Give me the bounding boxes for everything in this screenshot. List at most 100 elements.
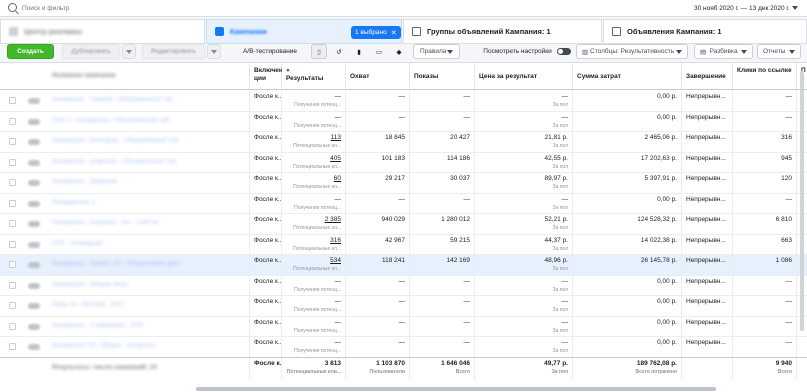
row-toggle-switch[interactable] (28, 180, 40, 186)
campaign-name-link[interactable]: Конверсии - 2 кампания - ЛАЛ (52, 322, 143, 329)
row-toggle-switch[interactable] (28, 344, 40, 350)
vertical-scrollbar[interactable] (800, 71, 804, 331)
tab-ads[interactable]: Объявления Кампания: 1 (603, 19, 807, 44)
column-header-name[interactable]: Название кампании (0, 63, 250, 90)
cell-results-value[interactable]: 2 385 (325, 216, 341, 223)
table-row[interactable]: Конверсии - широкая - гео - сайт.ии Фосле… (0, 214, 807, 235)
ab-test-button[interactable]: A/B-тестирование (235, 44, 305, 59)
close-icon[interactable]: ✕ (391, 29, 397, 37)
undo-button[interactable]: ↺ (331, 44, 347, 59)
row-checkbox[interactable] (9, 158, 16, 166)
tab-account-overview[interactable]: Центр рекламы (0, 19, 205, 44)
campaign-name-link[interactable]: Конверсии - Белгород - Обновленный таб (52, 137, 178, 144)
row-checkbox[interactable] (9, 199, 16, 207)
cell-results-value[interactable]: 60 (334, 175, 341, 182)
breakdown-button[interactable]: ▤ Разбивка (694, 44, 753, 59)
row-checkbox[interactable] (9, 261, 16, 268)
column-header-ends[interactable]: Завершение (682, 63, 733, 90)
search-input[interactable] (22, 2, 322, 14)
reports-button[interactable]: Отчеты (757, 44, 801, 59)
campaign-name-cell[interactable]: Конверсии - Широкая (0, 173, 250, 194)
selected-count-badge[interactable]: 1 выбрано ✕ (351, 26, 401, 39)
delete-button[interactable]: ▮ (351, 44, 367, 59)
create-button[interactable]: Создать (7, 44, 54, 59)
edit-button[interactable]: Редактировать (142, 44, 205, 59)
tab-adsets[interactable]: Группы объявлений Кампания: 1 (403, 19, 602, 44)
campaign-name-link[interactable]: Ремаркетинг 1 (52, 199, 96, 206)
row-checkbox[interactable] (9, 117, 16, 125)
campaign-name-cell[interactable]: Ремаркетинг 1 (0, 193, 250, 214)
table-row[interactable]: Конверсии ПЛ - общие - интересы Фосле к..… (0, 337, 807, 358)
row-toggle-switch[interactable] (28, 262, 40, 268)
rules-button[interactable]: Правила (413, 44, 460, 59)
campaign-name-link[interactable]: Конверсии - Проект 15 - Лендинговая дата (52, 260, 181, 267)
campaign-name-cell[interactable]: ПЛУ - Конверсии (0, 234, 250, 255)
table-row[interactable]: ПЛУ - Конверсии Фосле к... 316 Потенциальны… (0, 234, 807, 255)
table-row[interactable]: ПЛУ Л - Конверсии - Обновленный таб Фосле… (0, 111, 807, 132)
campaign-name-cell[interactable]: Конверсии - широкая - гео - сайт.ии (0, 214, 250, 235)
campaign-name-link[interactable]: ПЛУ Л - Конверсии - Обновленный таб (52, 117, 169, 124)
duplicate-menu-button[interactable] (122, 44, 136, 59)
table-row[interactable]: Конверсии - широкая - Обновленный таб Фос… (0, 152, 807, 173)
column-header-impressions[interactable]: Показы (410, 63, 475, 90)
column-header-delivery[interactable]: Включение ции (250, 63, 290, 90)
row-toggle-switch[interactable] (28, 303, 40, 309)
row-toggle-switch[interactable] (28, 139, 40, 145)
view-settings-toggle[interactable]: Посмотреть настройки (481, 44, 573, 59)
cell-results-value[interactable]: 534 (330, 257, 341, 264)
column-header-link-clicks[interactable]: Клики по ссылке (733, 63, 797, 90)
table-row[interactable]: Конверсии - Широкая Фосле к... 60 Потенциал… (0, 173, 807, 194)
row-toggle-switch[interactable] (28, 323, 40, 330)
table-row[interactable]: Конверсии - Общая тема Фосле к... — Получен… (0, 275, 807, 296)
date-range-picker[interactable]: 30 нояб 2020 г. — 13 дек 2020 г. (694, 2, 798, 14)
campaign-name-link[interactable]: ПЛУ - Конверсии (52, 240, 103, 247)
campaign-name-link[interactable]: Конверсии - Широкая (52, 178, 117, 185)
campaign-name-cell[interactable]: Конверсии - 2 кампания - ЛАЛ (0, 316, 250, 337)
campaign-name-cell[interactable]: Конверсии - Белгород - Обновленный таб (0, 132, 250, 153)
campaign-name-link[interactable]: Конверсии - широкая - гео - сайт.ии (52, 219, 159, 226)
campaign-name-cell[interactable]: Конверсии - Проект 15 - Лендинговая дата (0, 255, 250, 276)
campaign-name-cell[interactable]: Конверсии - Тамбов - Обновленный таб (0, 91, 250, 112)
campaign-name-link[interactable]: Конверсии - Общая тема (52, 281, 128, 288)
campaign-name-link[interactable]: Конверсии - Тамбов - Обновленный таб (52, 96, 172, 103)
row-checkbox[interactable] (9, 97, 16, 104)
row-toggle-switch[interactable] (28, 282, 40, 289)
row-toggle-switch[interactable] (28, 118, 40, 125)
campaign-name-link[interactable]: Конверсии ПЛ - общие - интересы (52, 342, 155, 349)
row-toggle-switch[interactable] (28, 159, 40, 166)
row-toggle-switch[interactable] (28, 200, 40, 207)
trash-button[interactable]: ▯ (311, 44, 327, 59)
cell-results-value[interactable]: 316 (330, 237, 341, 244)
row-toggle-switch[interactable] (28, 241, 40, 248)
table-row[interactable]: Лиды за - Москва - ЛАЛ Фосле к... — Получен… (0, 296, 807, 317)
campaign-name-cell[interactable]: ПЛУ Л - Конверсии - Обновленный таб (0, 111, 250, 132)
toggle-switch[interactable] (556, 48, 571, 55)
row-toggle-switch[interactable] (28, 221, 40, 227)
cell-results-value[interactable]: 405 (330, 155, 341, 162)
columns-button[interactable]: ▥ Столбцы: Результативность (576, 44, 688, 59)
tag-button[interactable]: ◆ (391, 44, 407, 59)
row-checkbox[interactable] (9, 281, 16, 289)
campaign-name-cell[interactable]: Конверсии - широкая - Обновленный таб (0, 152, 250, 173)
table-row[interactable]: Конверсии - Тамбов - Обновленный таб Фосл… (0, 91, 807, 112)
horizontal-scrollbar[interactable] (196, 387, 716, 391)
campaign-name-link[interactable]: Конверсии - широкая - Обновленный таб (52, 158, 176, 165)
table-row[interactable]: Ремаркетинг 1 Фосле к... — Получения потенц… (0, 193, 807, 214)
row-checkbox[interactable] (9, 302, 16, 309)
row-checkbox[interactable] (9, 322, 16, 330)
campaign-name-cell[interactable]: Конверсии ПЛ - общие - интересы (0, 337, 250, 358)
column-header-results[interactable]: ● Результаты (282, 63, 346, 90)
campaign-name-link[interactable]: Лиды за - Москва - ЛАЛ (52, 301, 124, 308)
table-row[interactable]: Конверсии - Проект 15 - Лендинговая дата… (0, 255, 807, 276)
row-checkbox[interactable] (9, 179, 16, 186)
column-header-amount-spent[interactable]: Сумма затрат (573, 63, 682, 90)
tab-campaigns[interactable]: Кампании 1 выбрано ✕ (206, 19, 402, 44)
column-header-cost-per-result[interactable]: Цена за результат (475, 63, 573, 90)
row-checkbox[interactable] (9, 220, 16, 227)
campaign-name-cell[interactable]: Лиды за - Москва - ЛАЛ (0, 296, 250, 317)
row-checkbox[interactable] (9, 240, 16, 248)
table-row[interactable]: Конверсии - Белгород - Обновленный таб Фо… (0, 132, 807, 153)
preview-button[interactable]: ▭ (371, 44, 387, 59)
campaign-name-cell[interactable]: Конверсии - Общая тема (0, 275, 250, 296)
row-checkbox[interactable] (9, 138, 16, 145)
